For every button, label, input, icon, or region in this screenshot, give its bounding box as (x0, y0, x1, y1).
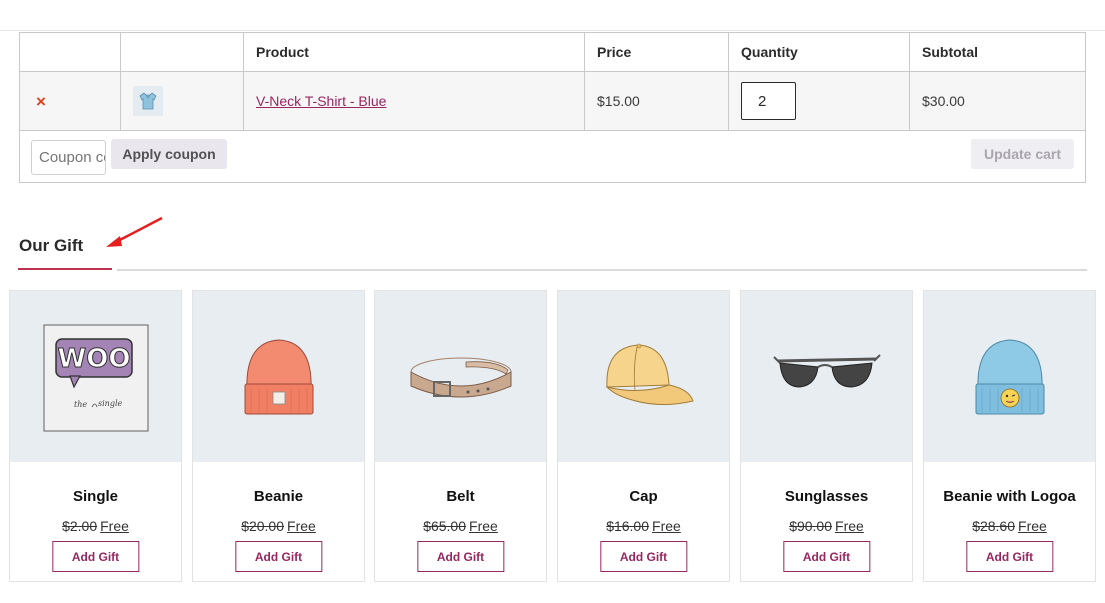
gift-card: Cap $16.00 Free Add Gift (557, 290, 730, 582)
top-divider (0, 30, 1105, 31)
header-price: Price (585, 33, 729, 71)
gift-free-label: Free (287, 518, 316, 534)
cart-table-header: Product Price Quantity Subtotal (20, 33, 1085, 72)
item-price: $15.00 (597, 93, 640, 109)
gift-prices: $2.00 Free (10, 518, 181, 534)
cap-icon[interactable] (558, 291, 729, 462)
beanie-logo-icon[interactable] (924, 291, 1095, 462)
svg-text:WOO: WOO (57, 344, 130, 374)
remove-item-button[interactable]: × (32, 93, 46, 110)
woo-poster-icon[interactable]: WOO the single (10, 291, 181, 462)
gift-section-heading: Our Gift (19, 236, 84, 255)
add-gift-button[interactable]: Add Gift (416, 541, 505, 572)
header-product: Product (244, 33, 585, 71)
red-arrow-annotation (106, 216, 163, 247)
gift-heading-underline (18, 268, 112, 270)
gift-prices: $16.00 Free (558, 518, 729, 534)
gift-card: Belt $65.00 Free Add Gift (374, 290, 547, 582)
gift-card: WOO the single Single $2.00 Free Add Gift (9, 290, 182, 582)
belt-icon[interactable] (375, 291, 546, 462)
update-cart-button[interactable]: Update cart (971, 139, 1074, 169)
gift-prices: $20.00 Free (193, 518, 364, 534)
add-gift-button[interactable]: Add Gift (782, 541, 871, 572)
gift-prices: $28.60 Free (924, 518, 1095, 534)
gift-free-label: Free (1018, 518, 1047, 534)
gift-old-price: $20.00 (241, 518, 285, 534)
cart-item-row: × V-Neck T-Shirt - Blue $15.00 $30.00 (20, 72, 1085, 131)
quantity-input[interactable] (741, 82, 796, 120)
thumbnail-cell (121, 72, 244, 130)
gift-card: Beanie $20.00 Free Add Gift (192, 290, 365, 582)
quantity-cell (729, 72, 910, 130)
add-gift-button[interactable]: Add Gift (965, 541, 1054, 572)
tshirt-icon[interactable] (133, 86, 163, 116)
gift-section-divider (117, 269, 1087, 271)
gift-name: Cap (629, 488, 658, 505)
gift-prices: $65.00 Free (375, 518, 546, 534)
gift-card: Sunglasses $90.00 Free Add Gift (740, 290, 913, 582)
gift-card: Beanie with Logoa $28.60 Free Add Gift (923, 290, 1096, 582)
gift-name: Belt (446, 488, 475, 505)
gift-free-label: Free (835, 518, 864, 534)
gift-old-price: $2.00 (62, 518, 98, 534)
header-subtotal: Subtotal (922, 44, 978, 60)
product-name-link[interactable]: V-Neck T-Shirt - Blue (256, 93, 386, 109)
remove-cell: × (20, 72, 121, 130)
gift-name: Beanie (253, 488, 304, 505)
gift-old-price: $28.60 (972, 518, 1016, 534)
header-quantity: Quantity (729, 33, 910, 71)
price-cell: $15.00 (585, 72, 729, 130)
gift-name: Sunglasses (784, 488, 869, 505)
header-remove (20, 33, 121, 71)
cart-actions: Apply coupon Update cart (20, 131, 1085, 182)
subtotal-cell: $30.00 (910, 72, 1087, 130)
add-gift-button[interactable]: Add Gift (599, 541, 688, 572)
coupon-code-input[interactable] (31, 140, 106, 175)
gift-name: Single (72, 488, 118, 505)
gift-old-price: $90.00 (789, 518, 833, 534)
gift-old-price: $16.00 (606, 518, 650, 534)
cart-table: Product Price Quantity Subtotal × V-Neck… (19, 32, 1086, 183)
item-subtotal: $30.00 (922, 93, 965, 109)
gift-free-label: Free (100, 518, 129, 534)
product-cell: V-Neck T-Shirt - Blue (244, 72, 585, 130)
gift-name: Beanie with Logoa (943, 488, 1076, 505)
sunglasses-icon[interactable] (741, 291, 912, 462)
add-gift-button[interactable]: Add Gift (51, 541, 140, 572)
beanie-icon[interactable] (193, 291, 364, 462)
add-gift-button[interactable]: Add Gift (234, 541, 323, 572)
header-thumbnail (121, 33, 244, 71)
gift-prices: $90.00 Free (741, 518, 912, 534)
svg-text:single: single (98, 399, 122, 408)
apply-coupon-button[interactable]: Apply coupon (111, 139, 227, 169)
gift-old-price: $65.00 (423, 518, 467, 534)
svg-text:the: the (74, 400, 87, 409)
gift-free-label: Free (469, 518, 498, 534)
gift-products-grid: WOO the single Single $2.00 Free Add Gift… (9, 290, 1096, 582)
gift-free-label: Free (652, 518, 681, 534)
